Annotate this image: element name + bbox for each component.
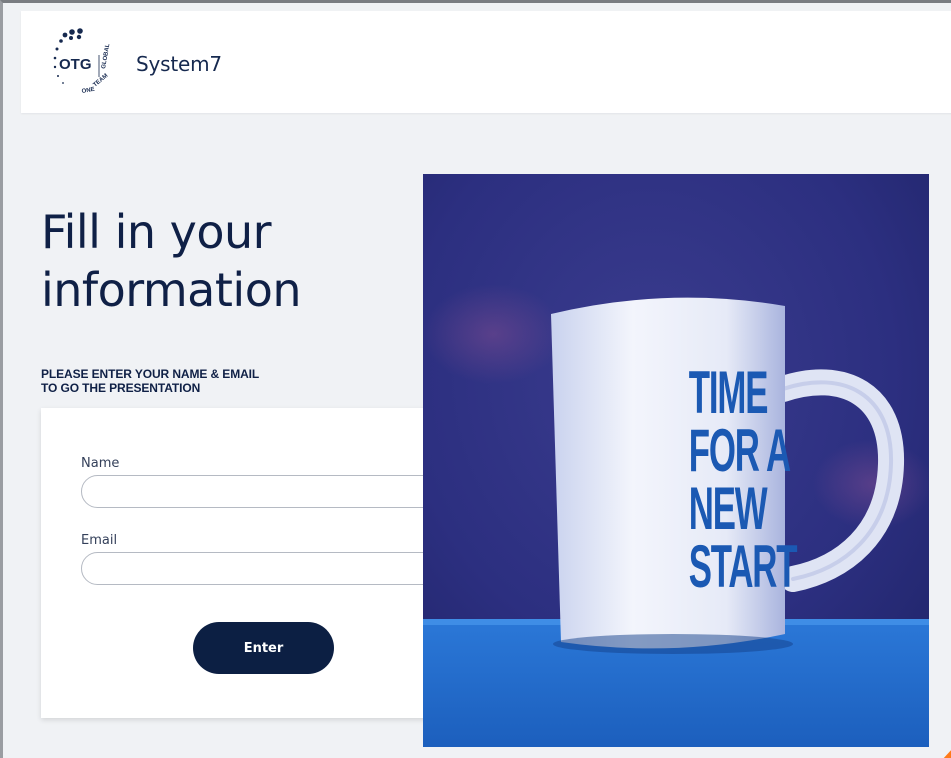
svg-text:TEAM: TEAM — [92, 73, 109, 89]
svg-text:GLOBAL: GLOBAL — [101, 43, 111, 69]
mug-slogan: TIME FOR A NEW START — [688, 359, 798, 600]
mug-line-2: FOR A — [688, 417, 791, 484]
name-input[interactable] — [81, 475, 446, 508]
svg-text:ONE: ONE — [81, 87, 95, 95]
mug-line-4: START — [688, 533, 798, 600]
hero-image: TIME FOR A NEW START — [423, 174, 929, 747]
enter-button[interactable]: Enter — [193, 622, 334, 674]
subtitle-line2: TO GO THE PRESENTATION — [41, 381, 201, 395]
page-title: Fill in your information — [41, 203, 411, 319]
otg-logo[interactable]: OTG ONE TEAM GLOBAL — [49, 25, 127, 105]
page-frame: OTG ONE TEAM GLOBAL System7 Fill in your… — [0, 0, 951, 758]
page-subtitle: PLEASE ENTER YOUR NAME & EMAIL TO GO THE… — [41, 367, 341, 395]
corner-accent — [941, 747, 951, 758]
page-title-line2: information — [41, 263, 302, 317]
mug-line-1: TIME — [688, 359, 769, 426]
email-label: Email — [81, 533, 118, 548]
name-label: Name — [81, 456, 120, 471]
mug-line-3: NEW — [688, 475, 768, 542]
registration-form: Name Email Enter — [41, 408, 487, 718]
email-input[interactable] — [81, 552, 446, 585]
site-header: OTG ONE TEAM GLOBAL System7 — [21, 11, 951, 113]
brand-name: System7 — [136, 52, 222, 76]
page-title-line1: Fill in your — [41, 205, 272, 259]
subtitle-line1: PLEASE ENTER YOUR NAME & EMAIL — [41, 367, 260, 381]
logo-text: OTG — [59, 56, 92, 73]
